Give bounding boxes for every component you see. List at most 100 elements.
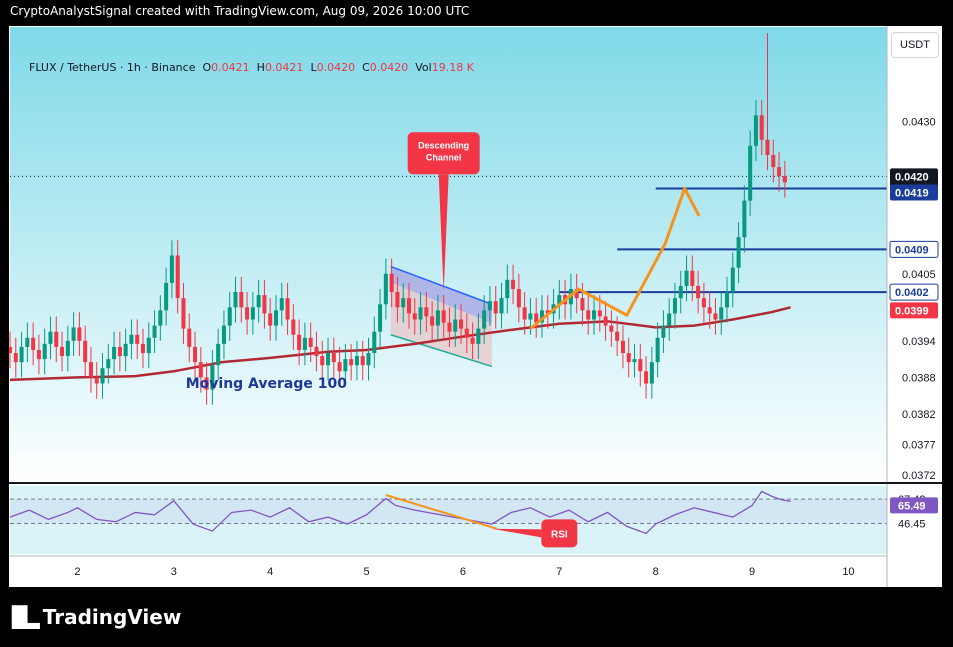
candle[interactable] [308, 337, 313, 347]
candle[interactable] [609, 325, 614, 332]
candle[interactable] [499, 298, 504, 314]
candle[interactable] [482, 310, 487, 329]
candle[interactable] [406, 298, 412, 314]
candle[interactable] [678, 285, 683, 299]
candle[interactable] [441, 310, 446, 323]
candle[interactable] [9, 346, 13, 354]
candle[interactable] [401, 298, 406, 308]
candle[interactable] [667, 313, 672, 326]
candle[interactable] [19, 346, 24, 363]
candle[interactable] [140, 343, 146, 354]
candle[interactable] [453, 319, 458, 332]
candle[interactable] [343, 359, 348, 372]
candle[interactable] [649, 362, 654, 384]
candle[interactable] [771, 154, 776, 168]
candle[interactable] [748, 145, 753, 201]
candle[interactable] [164, 282, 169, 311]
candle[interactable] [31, 337, 36, 350]
candle[interactable] [349, 359, 354, 366]
candle[interactable] [493, 301, 498, 314]
candle[interactable] [100, 368, 105, 384]
candle[interactable] [65, 340, 70, 357]
candle[interactable] [528, 313, 533, 320]
candle[interactable] [302, 337, 307, 350]
candle[interactable] [580, 298, 585, 311]
candle[interactable] [54, 331, 59, 347]
candle[interactable] [592, 310, 597, 320]
candle[interactable] [42, 343, 47, 360]
candle[interactable] [597, 310, 602, 317]
candle[interactable] [123, 343, 128, 357]
candle[interactable] [256, 295, 261, 308]
candle[interactable] [753, 115, 758, 146]
candle[interactable] [314, 346, 319, 357]
candle[interactable] [94, 377, 99, 384]
chart-canvas[interactable]: DescendingChannelMoving Average 100 RSI … [9, 26, 942, 587]
candle[interactable] [88, 362, 93, 378]
candle[interactable] [152, 325, 157, 338]
candle[interactable] [424, 307, 429, 317]
candle[interactable] [175, 255, 180, 299]
candle[interactable] [719, 307, 724, 320]
currency-button[interactable]: USDT [891, 32, 939, 58]
candle[interactable] [672, 298, 678, 314]
candle[interactable] [586, 310, 591, 320]
candle[interactable] [626, 353, 631, 363]
candle[interactable] [13, 353, 18, 363]
candle[interactable] [36, 349, 41, 360]
candle[interactable] [430, 316, 435, 326]
candle[interactable] [135, 334, 140, 344]
candle[interactable] [221, 325, 226, 344]
candle[interactable] [459, 319, 464, 329]
candle[interactable] [464, 328, 469, 338]
candle[interactable] [383, 273, 388, 305]
candle[interactable] [268, 313, 273, 326]
candle[interactable] [516, 289, 521, 308]
tradingview-logo[interactable]: █▂ TradingView [12, 605, 181, 629]
candle[interactable] [193, 346, 198, 363]
legend-symbol[interactable]: FLUX / TetherUS · 1h · Binance [29, 61, 195, 74]
candle[interactable] [684, 270, 689, 286]
candle[interactable] [112, 346, 117, 360]
candle[interactable] [25, 337, 30, 347]
candle[interactable] [233, 292, 238, 308]
candle[interactable] [661, 325, 666, 338]
candle[interactable] [60, 346, 65, 357]
candle[interactable] [297, 334, 302, 350]
candle[interactable] [713, 313, 718, 320]
candle[interactable] [262, 295, 267, 314]
candle[interactable] [77, 327, 82, 341]
candle[interactable] [279, 298, 284, 311]
candle[interactable] [742, 200, 747, 238]
candle[interactable] [337, 362, 342, 372]
candle[interactable] [360, 356, 365, 366]
candle[interactable] [71, 327, 76, 341]
candle[interactable] [655, 337, 660, 363]
candle[interactable] [505, 279, 510, 299]
candle[interactable] [470, 337, 475, 344]
candle[interactable] [696, 285, 701, 299]
candle[interactable] [615, 331, 620, 341]
candle[interactable] [366, 353, 371, 366]
candle[interactable] [690, 270, 695, 286]
candle[interactable] [389, 273, 394, 293]
candle[interactable] [216, 343, 221, 366]
candle[interactable] [48, 331, 53, 344]
candle[interactable] [435, 310, 440, 326]
candle[interactable] [326, 353, 331, 366]
candle[interactable] [129, 334, 134, 344]
candle[interactable] [759, 115, 764, 140]
candle[interactable] [378, 304, 383, 332]
candle[interactable] [476, 328, 481, 344]
candle[interactable] [169, 255, 174, 283]
candle[interactable] [106, 359, 111, 369]
candle[interactable] [273, 310, 279, 326]
candle[interactable] [447, 322, 452, 332]
candle[interactable] [724, 292, 730, 308]
candle[interactable] [522, 307, 527, 320]
candle[interactable] [146, 337, 151, 354]
candle[interactable] [245, 307, 250, 320]
candle[interactable] [331, 353, 336, 363]
candle[interactable] [412, 313, 417, 320]
candle[interactable] [620, 340, 625, 354]
